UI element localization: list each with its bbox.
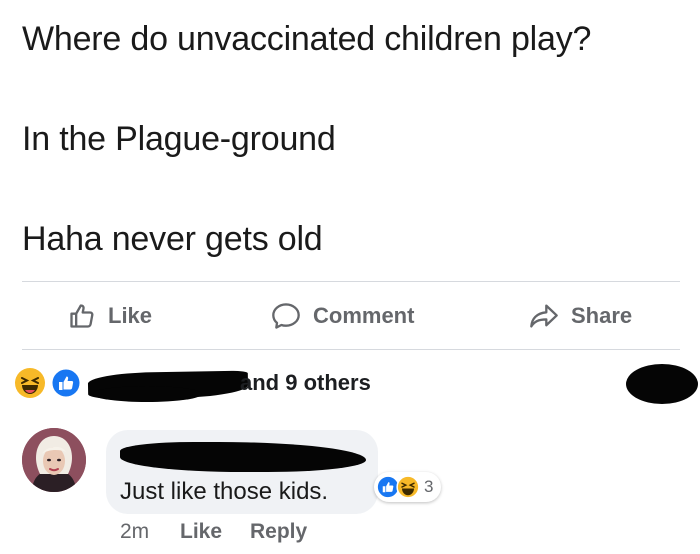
comment-button-label: Comment [313, 303, 415, 328]
commenter-avatar[interactable] [22, 428, 86, 492]
avatar-photo [22, 428, 86, 492]
like-button-label: Like [108, 303, 153, 328]
comment-reactions[interactable]: 3 [374, 472, 442, 502]
comment-text: Just like those kids. [120, 478, 329, 505]
like-button[interactable]: Like [68, 298, 152, 334]
comment-like-link[interactable]: Like [180, 520, 222, 544]
comment-reply-link[interactable]: Reply [250, 520, 307, 544]
redacted-names-shadow [92, 386, 202, 402]
share-button[interactable]: Share [529, 298, 632, 334]
reactions-summary[interactable]: and 9 others [14, 364, 698, 404]
redacted-avatar-right [626, 364, 698, 404]
comment-reaction-count: 3 [424, 477, 434, 496]
divider-top [22, 281, 680, 282]
comment-button[interactable]: Comment [271, 298, 414, 334]
comment-timestamp[interactable]: 2m [120, 520, 149, 544]
post-text-line-1: Where do unvaccinated children play? [22, 20, 592, 58]
reactions-others-text[interactable]: and 9 others [240, 370, 371, 396]
post-text-line-3: Haha never gets old [22, 220, 323, 258]
haha-reaction-icon [15, 368, 45, 398]
like-reaction-icon [50, 367, 82, 399]
thumbs-up-icon [70, 304, 94, 328]
haha-reaction-icon [396, 475, 420, 499]
comment-bubble-icon [272, 303, 300, 329]
share-arrow-icon [530, 304, 558, 328]
post-text-line-2: In the Plague-ground [22, 120, 336, 158]
share-button-label: Share [571, 303, 633, 328]
divider-bottom [22, 349, 680, 350]
